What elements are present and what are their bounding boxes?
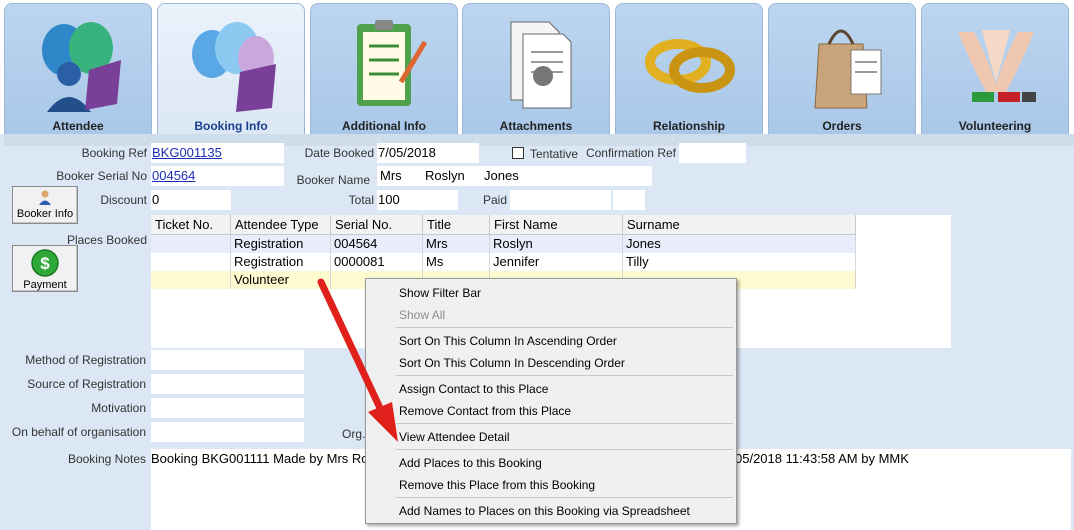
annotation-arrow-icon	[317, 278, 398, 442]
